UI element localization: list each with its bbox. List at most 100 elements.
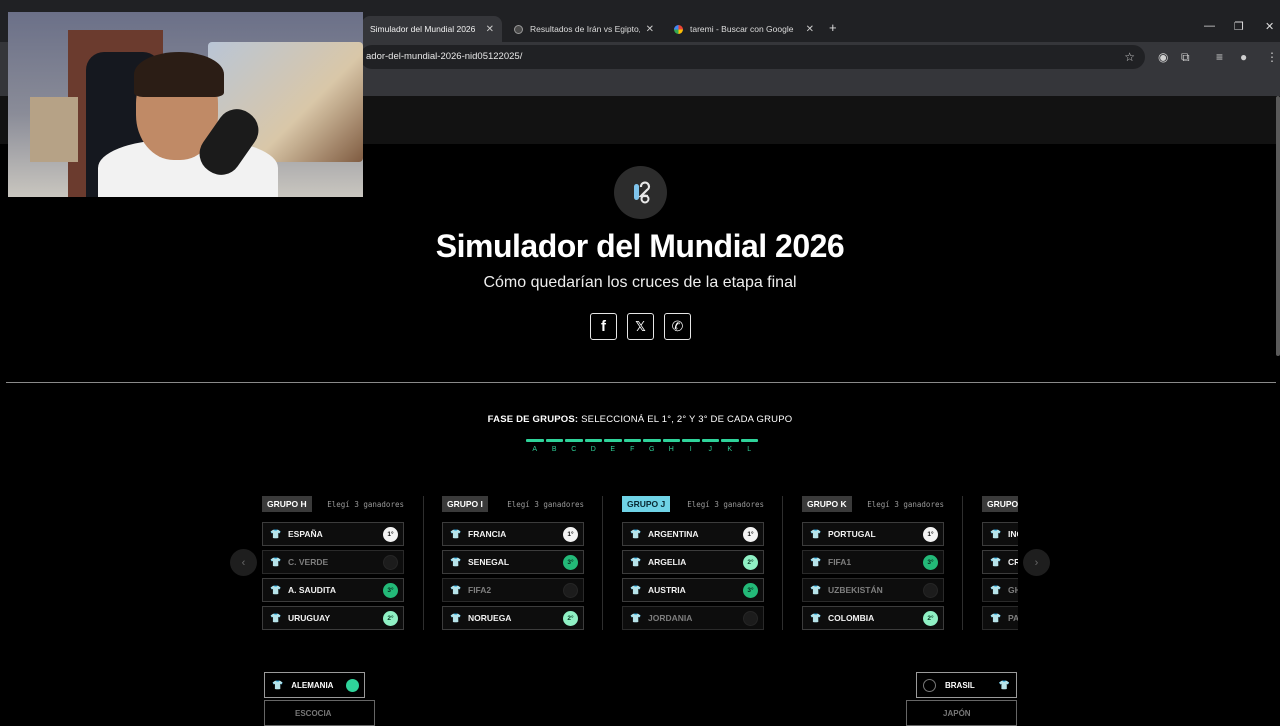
knockout-slot-left-2[interactable]: ESCOCIA xyxy=(264,700,375,726)
shirt-icon: 👕 xyxy=(630,528,642,539)
carousel-next-button[interactable]: › xyxy=(1023,549,1050,576)
tab-google[interactable]: taremi - Buscar con Google ✕ xyxy=(666,16,822,42)
group-step-h[interactable]: H xyxy=(662,439,680,453)
position-badge[interactable] xyxy=(383,555,398,570)
group-step-a[interactable]: A xyxy=(526,439,544,453)
shirt-icon: 👕 xyxy=(270,528,282,539)
team-name: NORUEGA xyxy=(468,613,512,623)
minimize-icon[interactable]: — xyxy=(1204,20,1215,32)
position-badge[interactable]: 2° xyxy=(383,611,398,626)
team-row[interactable]: 👕 ARGELIA 2° xyxy=(622,550,764,574)
position-badge[interactable]: 3° xyxy=(563,555,578,570)
whatsapp-share-button[interactable]: ✆ xyxy=(664,313,691,340)
tab-resultados[interactable]: Resultados de Irán vs Egipto, hi ✕ xyxy=(506,16,662,42)
team-name: ARGENTINA xyxy=(648,529,699,539)
knockout-team: JAPÓN xyxy=(943,708,971,718)
address-bar[interactable]: ador-del-mundial-2026-nid05122025/ ☆ xyxy=(360,45,1145,69)
close-tab-icon[interactable]: ✕ xyxy=(806,24,814,35)
team-row[interactable]: 👕 ARGENTINA 1° xyxy=(622,522,764,546)
knockout-team: ALEMANIA xyxy=(291,680,334,690)
team-row[interactable]: 👕 ESPAÑA 1° xyxy=(262,522,404,546)
restore-icon[interactable]: ❐ xyxy=(1234,20,1244,33)
team-row[interactable]: 👕 CROACIA xyxy=(982,550,1018,574)
group-step-k[interactable]: K xyxy=(721,439,739,453)
facebook-icon: f xyxy=(601,318,606,335)
position-badge[interactable]: 2° xyxy=(563,611,578,626)
close-tab-icon[interactable]: ✕ xyxy=(646,24,654,35)
team-row[interactable]: 👕 PORTUGAL 1° xyxy=(802,522,944,546)
group-tag[interactable]: GRUPO H xyxy=(262,496,312,512)
group-step-c[interactable]: C xyxy=(565,439,583,453)
group-step-e[interactable]: E xyxy=(604,439,622,453)
group-tag[interactable]: GRUPO I xyxy=(442,496,488,512)
group-step-j[interactable]: J xyxy=(701,439,719,453)
group-card: GRUPO H Elegí 3 ganadores 👕 ESPAÑA 1° 👕 C. VER… xyxy=(262,494,404,634)
team-row[interactable]: 👕 NORUEGA 2° xyxy=(442,606,584,630)
puzzle-icon[interactable]: ⧉ xyxy=(1181,50,1190,65)
knockout-slot-left[interactable]: 👕 ALEMANIA xyxy=(264,672,365,698)
group-hint: Elegí 3 ganadores xyxy=(867,499,944,509)
new-tab-button[interactable]: + xyxy=(829,20,837,35)
group-step-d[interactable]: D xyxy=(584,439,602,453)
page-scrollbar[interactable] xyxy=(1276,96,1280,356)
team-row[interactable]: 👕 JORDANIA xyxy=(622,606,764,630)
shirt-icon: 👕 xyxy=(810,556,822,567)
team-name: URUGUAY xyxy=(288,613,331,623)
group-step-g[interactable]: G xyxy=(643,439,661,453)
profile-icon[interactable]: ● xyxy=(1240,50,1247,64)
position-badge[interactable] xyxy=(743,611,758,626)
group-progress-steps: A B C D E F G H I J K L xyxy=(526,439,758,453)
close-window-icon[interactable]: ✕ xyxy=(1265,20,1274,33)
team-row[interactable]: 👕 A. SAUDITA 3° xyxy=(262,578,404,602)
team-row[interactable]: 👕 UZBEKISTÁN xyxy=(802,578,944,602)
team-row[interactable]: 👕 C. VERDE xyxy=(262,550,404,574)
shirt-icon: 👕 xyxy=(630,584,642,595)
step-letter: E xyxy=(610,446,616,453)
team-row[interactable]: 👕 GHANA xyxy=(982,578,1018,602)
group-tag[interactable]: GRUPO L xyxy=(982,496,1018,512)
position-badge[interactable]: 1° xyxy=(923,527,938,542)
facebook-share-button[interactable]: f xyxy=(590,313,617,340)
position-badge[interactable]: 3° xyxy=(383,583,398,598)
bookmark-star-icon[interactable]: ☆ xyxy=(1124,50,1135,64)
team-row[interactable]: 👕 PANAMÁ xyxy=(982,606,1018,630)
groups-carousel: GRUPO H Elegí 3 ganadores 👕 ESPAÑA 1° 👕 C. VER… xyxy=(262,494,1018,634)
team-row[interactable]: 👕 SENEGAL 3° xyxy=(442,550,584,574)
position-badge[interactable]: 2° xyxy=(923,611,938,626)
carousel-prev-button[interactable]: ‹ xyxy=(230,549,257,576)
position-badge[interactable]: 1° xyxy=(383,527,398,542)
team-row[interactable]: 👕 URUGUAY 2° xyxy=(262,606,404,630)
group-step-l[interactable]: L xyxy=(740,439,758,453)
selected-dot-icon xyxy=(346,678,359,692)
group-step-f[interactable]: F xyxy=(623,439,641,453)
team-name: GHANA xyxy=(1008,585,1018,595)
group-tag[interactable]: GRUPO J xyxy=(622,496,671,512)
tab-simulador[interactable]: Simulador del Mundial 2026 ✕ xyxy=(362,16,502,42)
position-badge[interactable]: 2° xyxy=(743,555,758,570)
x-share-button[interactable]: 𝕏 xyxy=(627,313,654,340)
position-badge[interactable] xyxy=(563,583,578,598)
team-row[interactable]: 👕 INGLATERRA xyxy=(982,522,1018,546)
team-row[interactable]: 👕 COLOMBIA 2° xyxy=(802,606,944,630)
position-badge[interactable]: 3° xyxy=(743,583,758,598)
team-row[interactable]: 👕 FIFA1 3° xyxy=(802,550,944,574)
group-separator xyxy=(602,496,603,630)
group-step-b[interactable]: B xyxy=(545,439,563,453)
team-row[interactable]: 👕 FIFA2 xyxy=(442,578,584,602)
menu-icon[interactable]: ⋮ xyxy=(1266,50,1278,64)
group-tag[interactable]: GRUPO K xyxy=(802,496,852,512)
extension-icon[interactable]: ◉ xyxy=(1158,50,1168,64)
team-row[interactable]: 👕 AUSTRIA 3° xyxy=(622,578,764,602)
team-row[interactable]: 👕 FRANCIA 1° xyxy=(442,522,584,546)
position-badge[interactable]: 1° xyxy=(563,527,578,542)
group-card: GRUPO K Elegí 3 ganadores 👕 PORTUGAL 1° 👕 FIFA… xyxy=(802,494,944,634)
step-letter: J xyxy=(708,446,713,453)
position-badge[interactable]: 3° xyxy=(923,555,938,570)
position-badge[interactable] xyxy=(923,583,938,598)
group-step-i[interactable]: I xyxy=(682,439,700,453)
close-tab-icon[interactable]: ✕ xyxy=(486,24,494,35)
media-icon[interactable]: ≡ xyxy=(1216,50,1223,64)
position-badge[interactable]: 1° xyxy=(743,527,758,542)
knockout-slot-right[interactable]: BRASIL 👕 xyxy=(916,672,1017,698)
knockout-slot-right-2[interactable]: JAPÓN xyxy=(906,700,1017,726)
